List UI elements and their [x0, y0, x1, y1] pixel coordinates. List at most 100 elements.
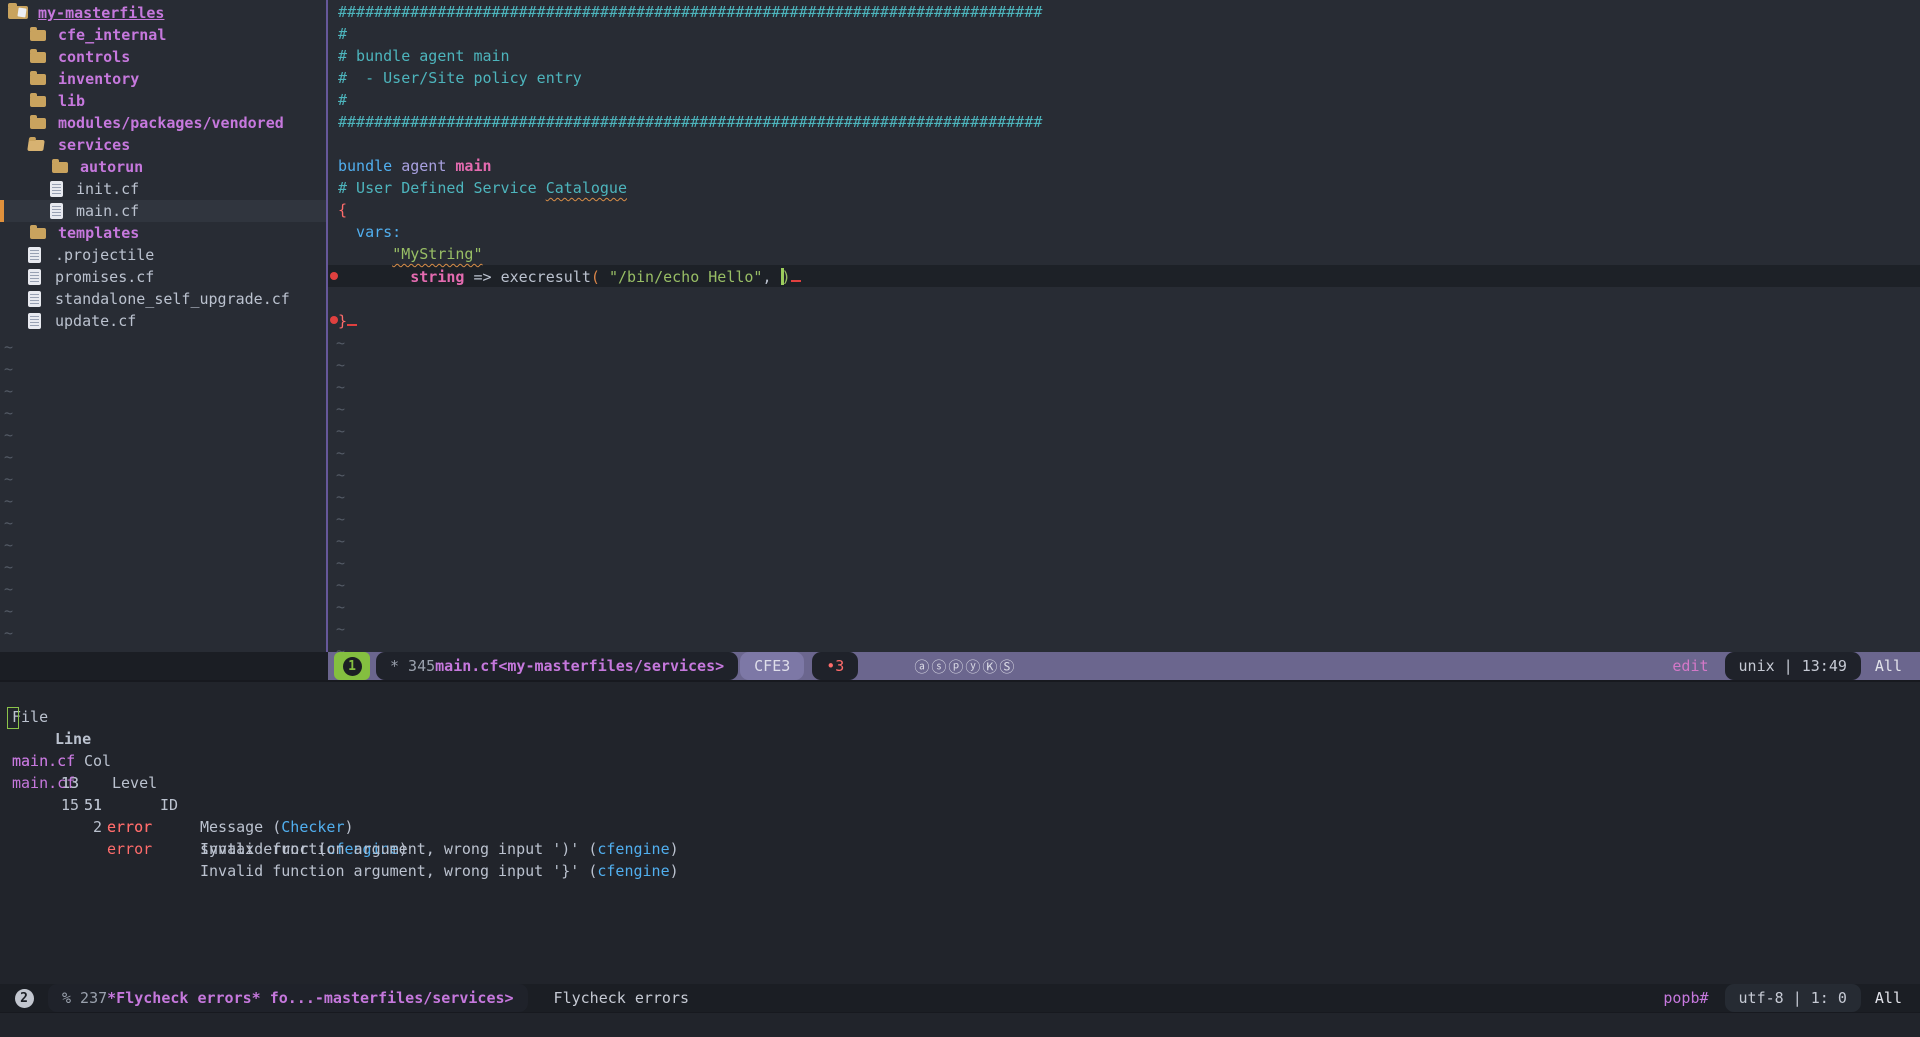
- error-file: main.cf: [12, 772, 75, 794]
- buffer-state: * 345: [390, 657, 435, 675]
- tree-item-main-cf-selected[interactable]: main.cf: [0, 200, 326, 222]
- buffer-info-chip[interactable]: * 345 main.cf<my-masterfiles/services>: [376, 652, 738, 680]
- file-icon: [50, 181, 63, 197]
- code-line-4[interactable]: # - User/Site policy entry: [338, 67, 582, 89]
- error-message: Invalid function argument, wrong input '…: [200, 860, 679, 882]
- selection-bar: [0, 200, 4, 222]
- tree-item-modules-packages-vendored[interactable]: modules/packages/vendored: [0, 112, 326, 134]
- tree-item-projectile[interactable]: .projectile: [0, 244, 326, 266]
- tree-item-label: controls: [58, 46, 130, 68]
- folder-icon: [30, 30, 46, 41]
- error-message: Invalid function argument, wrong input '…: [200, 838, 679, 860]
- tree-item-templates[interactable]: templates: [0, 222, 326, 244]
- tree-item-label: templates: [58, 222, 139, 244]
- flycheck-header-row: File Line Col Level ID Message (Checker): [0, 684, 1920, 706]
- major-mode-chip[interactable]: CFE3: [740, 652, 804, 680]
- flycheck-error-count-chip[interactable]: •3: [812, 652, 858, 680]
- window-number: 1: [343, 657, 362, 676]
- code-line-11[interactable]: vars:: [338, 221, 401, 243]
- buffer-name: main.cf<my-masterfiles/services>: [435, 657, 724, 675]
- file-icon: [28, 313, 41, 329]
- code-line-5[interactable]: #: [338, 89, 347, 111]
- buffer-position: All: [1875, 989, 1902, 1007]
- empty-line-tildes: ~ ~ ~ ~ ~ ~ ~ ~ ~ ~ ~ ~ ~ ~ ~: [336, 332, 345, 662]
- buffer-position: All: [1875, 657, 1902, 675]
- treemacs-modeline: [0, 652, 328, 680]
- flycheck-error-fringe-dot: [330, 316, 338, 324]
- tree-item-services[interactable]: services: [0, 134, 326, 156]
- tree-item-label: init.cf: [76, 178, 139, 200]
- tree-item-update-cf[interactable]: update.cf: [0, 310, 326, 332]
- encoding-position-chip: utf-8 | 1: 0: [1725, 984, 1861, 1012]
- tree-item-label: autorun: [80, 156, 143, 178]
- folder-icon: [30, 52, 46, 63]
- col-header-id[interactable]: ID: [160, 794, 178, 816]
- tree-item-init-cf[interactable]: init.cf: [0, 178, 326, 200]
- code-line-12[interactable]: "MyString": [338, 243, 483, 265]
- code-line-9[interactable]: # User Defined Service Catalogue: [338, 177, 627, 199]
- tree-item-autorun[interactable]: autorun: [0, 156, 326, 178]
- treemacs-sidebar: my-masterfiles cfe_internal controls inv…: [0, 0, 326, 652]
- editor-window[interactable]: ########################################…: [328, 0, 1920, 652]
- buffer-info-chip[interactable]: % 237 *Flycheck errors* fo...-masterfile…: [48, 984, 528, 1012]
- error-col: 2: [80, 816, 102, 838]
- code-line-3[interactable]: # bundle agent main: [338, 45, 510, 67]
- buffer-name: *Flycheck errors* fo...-masterfiles/serv…: [107, 989, 513, 1007]
- folder-icon: [30, 74, 46, 85]
- window-number: 2: [15, 989, 34, 1008]
- error-underline: [791, 265, 801, 282]
- flycheck-error-row[interactable]: main.cf 13 51 error Invalid function arg…: [0, 728, 1920, 750]
- project-folder-icon: [8, 6, 28, 19]
- col-header-message[interactable]: Message (Checker): [200, 816, 354, 838]
- file-icon: [28, 269, 41, 285]
- inactive-window-cursor: [7, 707, 19, 729]
- code-line-1[interactable]: ########################################…: [338, 1, 1042, 23]
- file-icon: [50, 203, 63, 219]
- tree-item-cfe-internal[interactable]: cfe_internal: [0, 24, 326, 46]
- tree-item-label: update.cf: [55, 310, 136, 332]
- code-line-10[interactable]: {: [338, 199, 347, 221]
- flycheck-error-fringe-dot: [330, 272, 338, 280]
- tree-item-inventory[interactable]: inventory: [0, 68, 326, 90]
- error-line: 15: [47, 794, 79, 816]
- tree-item-label: .projectile: [55, 244, 154, 266]
- buffer-state: % 237: [62, 989, 107, 1007]
- error-underline: [347, 309, 357, 326]
- minor-mode-icons: ⓐⓢⓟⓨⓀⓈ: [914, 656, 1016, 677]
- tree-item-label: services: [58, 134, 130, 156]
- folder-icon: [52, 162, 68, 173]
- flycheck-error-row[interactable]: main.cf 15 2 error Invalid function argu…: [0, 750, 1920, 772]
- tree-item-promises-cf[interactable]: promises.cf: [0, 266, 326, 288]
- evil-state-indicator: edit: [1672, 657, 1708, 675]
- evil-state-indicator: popb#: [1663, 989, 1708, 1007]
- file-icon: [28, 291, 41, 307]
- error-col: 51: [80, 794, 102, 816]
- folder-icon: [30, 118, 46, 129]
- col-header-level[interactable]: Level: [112, 772, 157, 794]
- flycheck-modeline: 2 % 237 *Flycheck errors* fo...-masterfi…: [0, 984, 1920, 1012]
- tree-item-controls[interactable]: controls: [0, 46, 326, 68]
- code-line-2[interactable]: #: [338, 23, 347, 45]
- flycheck-error-row[interactable]: main.cf 13 51 error syntax error (cfengi…: [0, 706, 1920, 728]
- code-line-8[interactable]: bundle agent main: [338, 155, 492, 177]
- tree-item-label: inventory: [58, 68, 139, 90]
- flycheck-errors-window[interactable]: File Line Col Level ID Message (Checker)…: [0, 682, 1920, 984]
- tree-item-label: standalone_self_upgrade.cf: [55, 288, 290, 310]
- folder-icon: [30, 228, 46, 239]
- window-number-badge: 2: [6, 984, 42, 1012]
- tree-item-label: promises.cf: [55, 266, 154, 288]
- tree-item-lib[interactable]: lib: [0, 90, 326, 112]
- echo-area: string execresult(string /Fully qualifie…: [0, 1012, 1920, 1037]
- major-mode-label: CFE3: [754, 657, 790, 675]
- tree-item-label: modules/packages/vendored: [58, 112, 284, 134]
- tree-root-my-masterfiles[interactable]: my-masterfiles: [0, 2, 326, 24]
- window-number-badge: 1: [334, 652, 370, 680]
- file-icon: [28, 247, 41, 263]
- code-line-13[interactable]: string => execresult( "/bin/echo Hello",…: [338, 265, 801, 287]
- code-line-15[interactable]: }: [338, 309, 357, 331]
- error-level: error: [107, 838, 152, 860]
- tree-root-label: my-masterfiles: [38, 2, 164, 24]
- code-line-6[interactable]: ########################################…: [338, 111, 1042, 133]
- tree-item-standalone-self-upgrade-cf[interactable]: standalone_self_upgrade.cf: [0, 288, 326, 310]
- major-mode-label[interactable]: Flycheck errors: [554, 989, 689, 1007]
